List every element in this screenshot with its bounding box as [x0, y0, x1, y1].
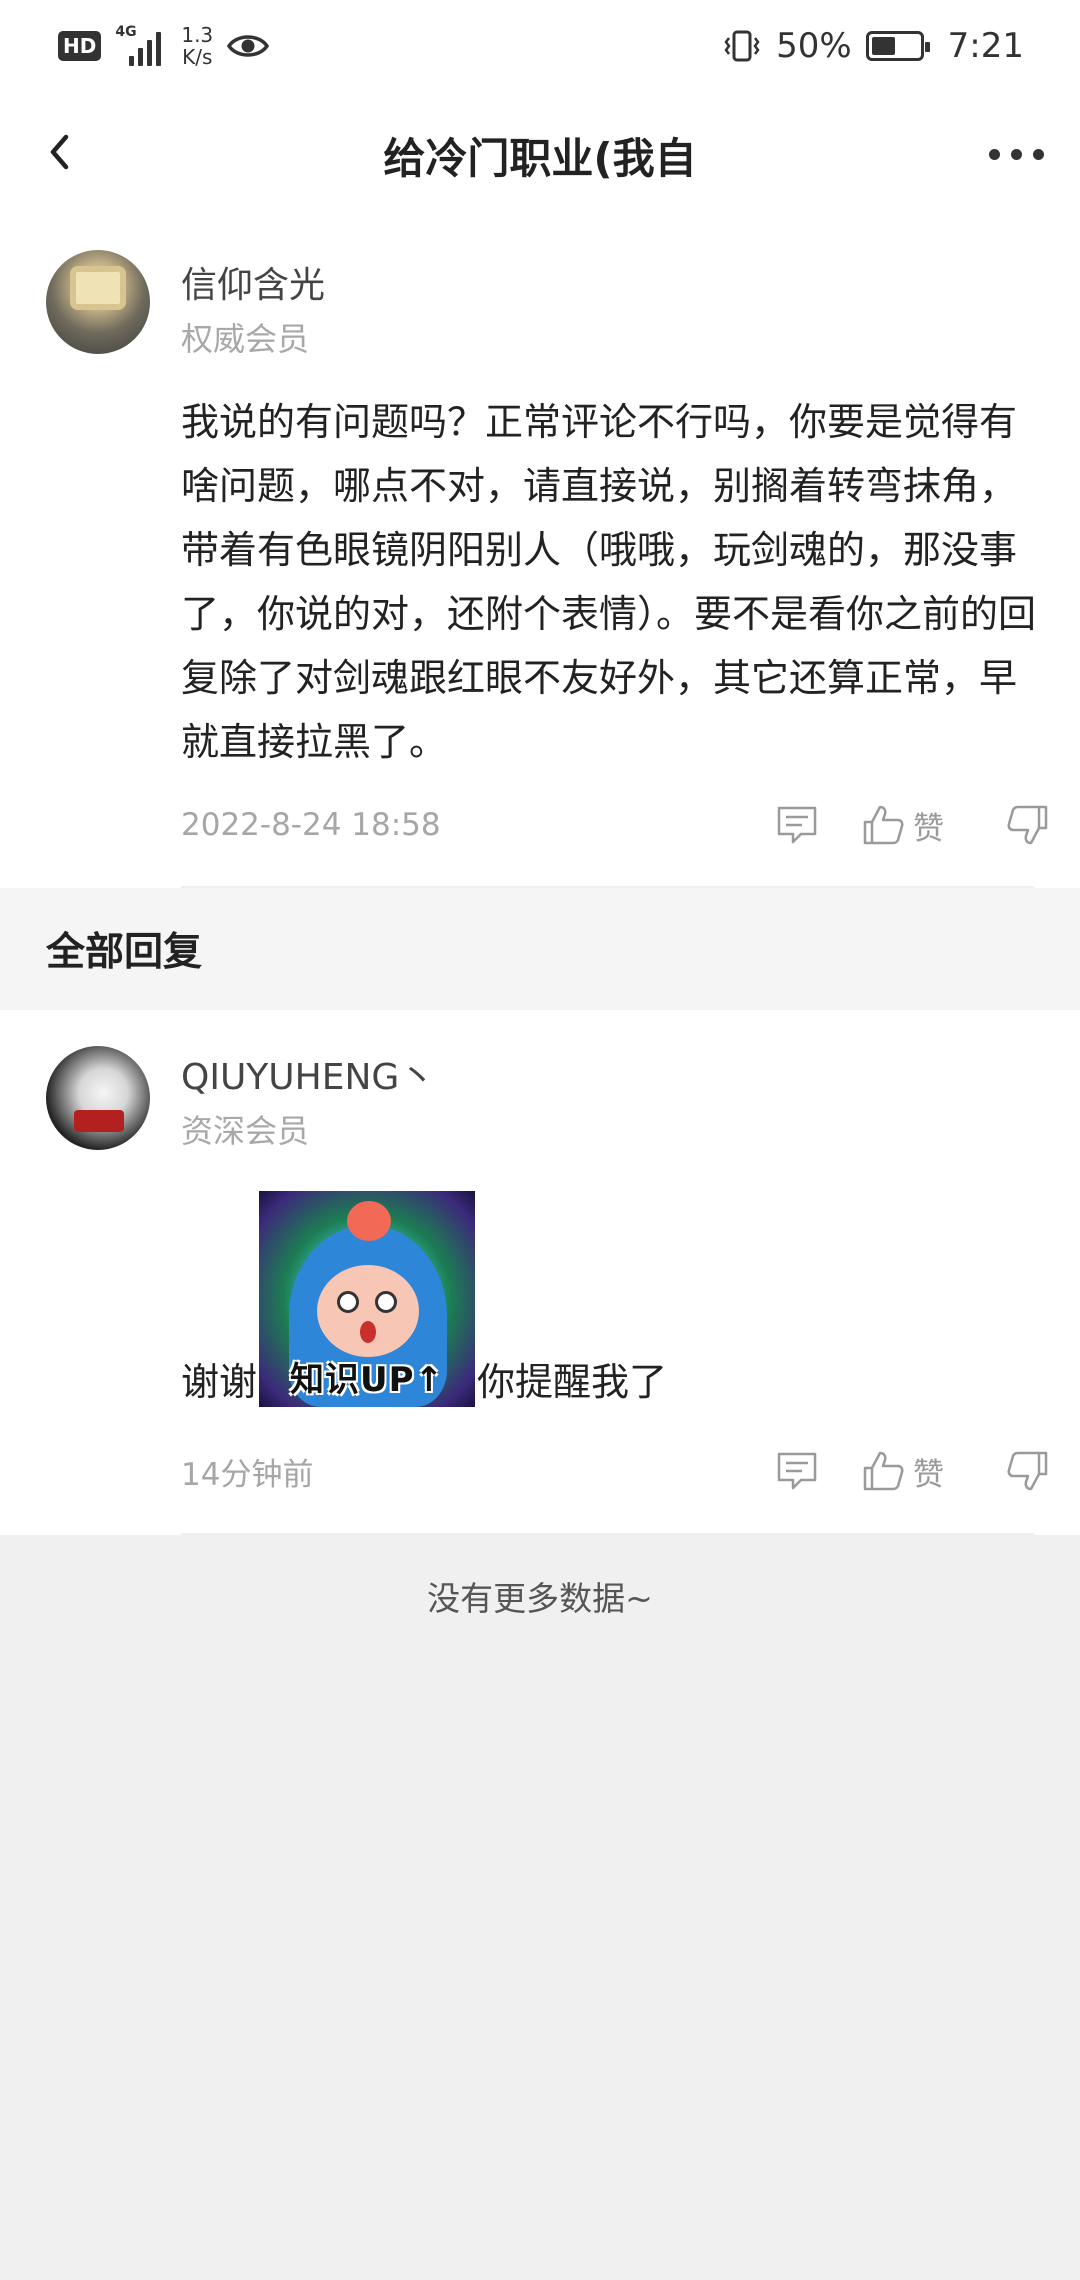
net-speed-unit: K/s [182, 45, 213, 69]
username[interactable]: QIUYUHENG丶 [181, 1048, 435, 1100]
like-button[interactable]: 赞 [861, 803, 944, 848]
screen: HD 4G 1.3 K/s 50% 7:21 给冷门职业(我自 信仰含光 权威会… [0, 0, 1080, 2280]
main-comment: 信仰含光 权威会员 我说的有问题吗？正常评论不行吗，你要是觉得有啥问题，哪点不对… [0, 218, 1080, 888]
reply-comment: QIUYUHENG丶 资深会员 谢谢 知识UP↑ 你提醒我了 14分钟前 赞 [0, 1010, 1080, 1535]
avatar[interactable] [46, 250, 150, 354]
comment-text: 我说的有问题吗？正常评论不行吗，你要是觉得有啥问题，哪点不对，请直接说，别搁着转… [181, 400, 1037, 764]
divider [181, 1533, 1034, 1535]
status-bar: HD 4G 1.3 K/s 50% 7:21 [0, 0, 1080, 92]
thumb-down-icon [1007, 1451, 1048, 1491]
reply-text-before: 谢谢 [181, 1360, 258, 1404]
comment-icon [777, 806, 817, 844]
like-label: 赞 [913, 810, 944, 847]
nav-bar: 给冷门职业(我自 [0, 92, 1080, 218]
more-dot-icon [1010, 148, 1022, 160]
section-header: 全部回复 [0, 888, 1080, 1010]
more-dot-icon [988, 148, 1000, 160]
net-speed-value: 1.3 [181, 23, 214, 47]
signal-icon: 4G [115, 24, 167, 66]
battery-percent: 50% [776, 26, 852, 66]
chevron-left-icon [50, 134, 69, 170]
timestamp: 14分钟前 [181, 1456, 314, 1493]
member-level: 权威会员 [181, 320, 310, 358]
section-title: 全部回复 [46, 930, 203, 975]
hd-badge: HD [58, 31, 102, 61]
timestamp: 2022-8-24 18:58 [181, 807, 441, 843]
sticker-image[interactable]: 知识UP↑ [259, 1191, 476, 1407]
reply-button[interactable] [775, 804, 819, 846]
status-right: 50% 7:21 [722, 26, 1024, 66]
reply-text: 谢谢 知识UP↑ 你提醒我了 [181, 1185, 667, 1407]
thumb-up-icon [863, 805, 904, 845]
dislike-button[interactable] [1006, 1450, 1050, 1492]
net-speed: 1.3 K/s [181, 24, 213, 68]
comment-meta-row: 2022-8-24 18:58 赞 [181, 795, 1050, 855]
comment-icon [777, 1452, 817, 1490]
status-left: HD 4G 1.3 K/s [58, 24, 270, 68]
clock: 7:21 [947, 26, 1024, 66]
like-button[interactable]: 赞 [861, 1449, 944, 1494]
more-dot-icon [1032, 148, 1044, 160]
battery-icon [865, 31, 930, 61]
thumb-up-icon [863, 1451, 904, 1491]
battery-level-fill [871, 37, 895, 55]
more-options-button[interactable] [976, 124, 1056, 184]
reply-button[interactable] [775, 1450, 819, 1492]
member-level: 资深会员 [181, 1112, 310, 1150]
avatar[interactable] [46, 1046, 150, 1150]
dislike-button[interactable] [1006, 804, 1050, 846]
back-button[interactable] [30, 122, 90, 182]
thumb-down-icon [1007, 805, 1048, 845]
username[interactable]: 信仰含光 [181, 256, 325, 308]
like-label: 赞 [913, 1456, 944, 1493]
eye-icon [227, 35, 270, 57]
page-title: 给冷门职业(我自 [383, 133, 697, 183]
reply-text-after: 你提醒我了 [477, 1360, 668, 1404]
comment-meta-row: 14分钟前 赞 [181, 1441, 1050, 1501]
no-more-data: 没有更多数据~ [427, 1579, 653, 1618]
sticker-caption: 知识UP↑ [290, 1360, 445, 1400]
vibrate-icon [724, 30, 760, 62]
network-type: 4G [115, 24, 137, 40]
